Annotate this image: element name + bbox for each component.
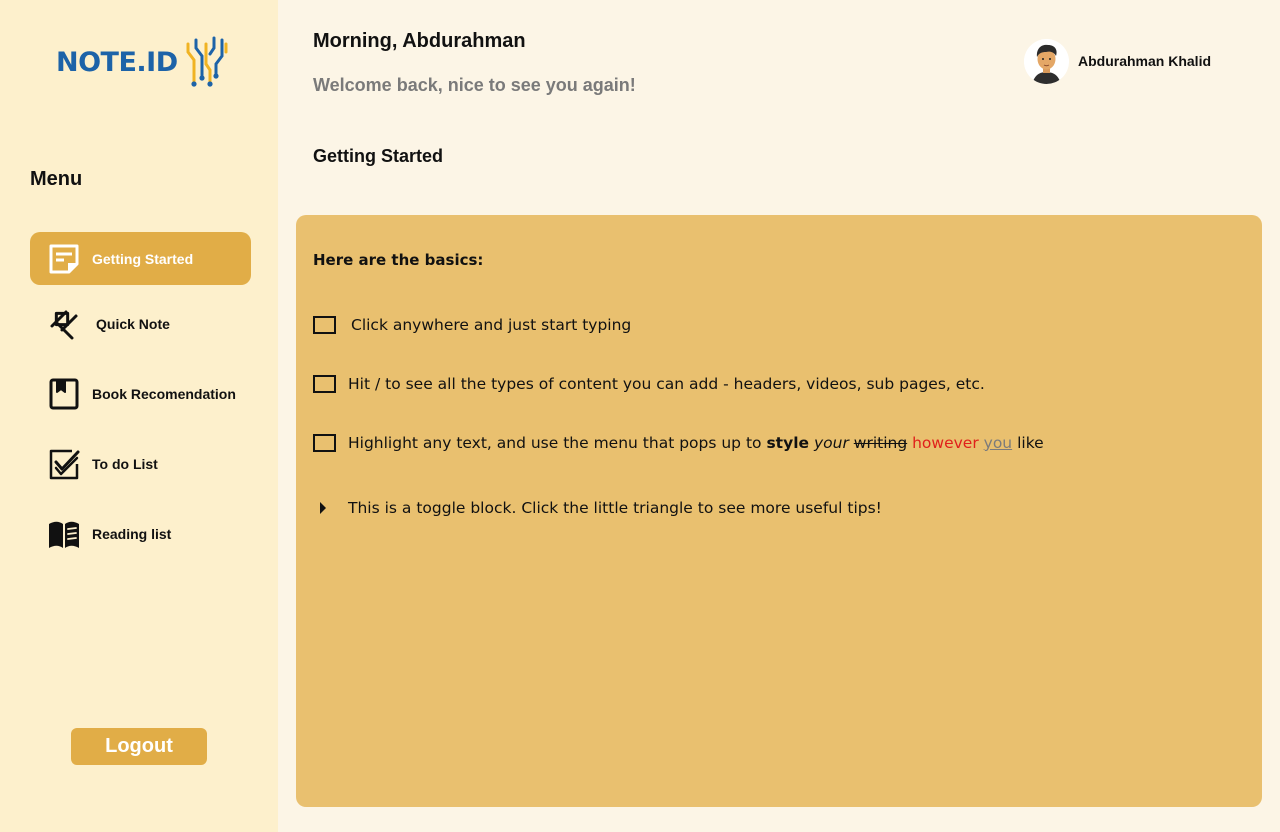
open-book-icon bbox=[49, 521, 79, 548]
text-bold: style bbox=[766, 434, 810, 452]
panel-heading: Here are the basics: bbox=[313, 251, 484, 269]
sidebar-item-label: Book Recomendation bbox=[92, 385, 236, 402]
checkbox[interactable] bbox=[313, 375, 336, 393]
book-icon bbox=[49, 378, 79, 409]
sidebar-item-to-do-list[interactable]: To do List bbox=[30, 437, 251, 490]
avatar[interactable] bbox=[1024, 38, 1069, 84]
page-title: Getting Started bbox=[313, 146, 444, 166]
checklist-item: Hit / to see all the types of content yo… bbox=[313, 375, 985, 393]
sidebar-item-label: Reading list bbox=[92, 525, 172, 542]
toggle-block-text: This is a toggle block. Click the little… bbox=[348, 499, 882, 517]
checkbox[interactable] bbox=[313, 434, 336, 452]
sidebar-item-getting-started[interactable]: Getting Started bbox=[30, 232, 251, 285]
sidebar-item-quick-note[interactable]: Quick Note bbox=[30, 297, 251, 350]
logo-text: NOTE.ID bbox=[56, 46, 178, 78]
pin-icon bbox=[50, 310, 78, 339]
checklist-icon bbox=[49, 449, 80, 479]
sidebar-item-label: Quick Note bbox=[96, 315, 170, 332]
checklist-item: Highlight any text, and use the menu tha… bbox=[313, 434, 1044, 452]
text-strikethrough: writing bbox=[853, 434, 908, 452]
user-avatar-icon bbox=[1024, 38, 1069, 84]
greeting-title: Morning, Abdurahman bbox=[313, 30, 526, 52]
menu-title: Menu bbox=[30, 168, 83, 190]
text-plain-suffix: like bbox=[1017, 434, 1044, 452]
sidebar-item-label: To do List bbox=[92, 455, 158, 472]
welcome-subtitle: Welcome back, nice to see you again! bbox=[313, 75, 636, 95]
logout-button[interactable]: Logout bbox=[71, 728, 207, 765]
circuit-logo-icon bbox=[186, 36, 228, 87]
sidebar-item-label: Getting Started bbox=[92, 250, 194, 267]
text-plain: Highlight any text, and use the menu tha… bbox=[348, 434, 767, 452]
content-panel[interactable]: Here are the basics: Click anywhere and … bbox=[296, 215, 1262, 807]
checklist-item-text: Click anywhere and just start typing bbox=[351, 316, 632, 334]
user-name: Abdurahman Khalid bbox=[1078, 53, 1212, 69]
note-icon bbox=[49, 244, 79, 273]
checklist-item-text: Hit / to see all the types of content yo… bbox=[348, 375, 985, 393]
user-profile[interactable]: Abdurahman Khalid bbox=[1024, 38, 1211, 84]
toggle-block: This is a toggle block. Click the little… bbox=[313, 499, 882, 517]
sidebar: NOTE.ID Menu Getting Started Quick Note … bbox=[0, 0, 278, 832]
checklist-item-text: Highlight any text, and use the menu tha… bbox=[348, 434, 1044, 452]
text-red: however bbox=[912, 434, 979, 452]
toggle-triangle-icon[interactable] bbox=[318, 501, 328, 515]
sidebar-item-reading-list[interactable]: Reading list bbox=[30, 507, 251, 560]
sidebar-item-book-recomendation[interactable]: Book Recomendation bbox=[30, 367, 251, 420]
text-underline: you bbox=[983, 434, 1013, 452]
text-italic: your bbox=[813, 434, 849, 452]
checkbox[interactable] bbox=[313, 316, 336, 334]
checklist-item: Click anywhere and just start typing bbox=[313, 316, 631, 334]
brand-logo[interactable]: NOTE.ID bbox=[56, 32, 230, 92]
